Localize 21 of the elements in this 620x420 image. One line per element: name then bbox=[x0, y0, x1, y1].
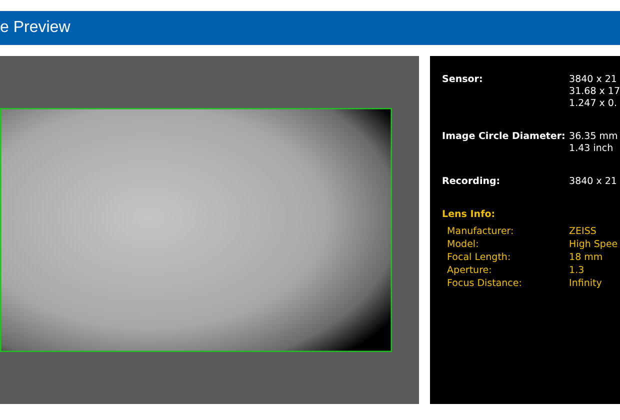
spec-value: 3840 x 21 bbox=[569, 74, 618, 85]
spec-label: Sensor: bbox=[441, 74, 484, 87]
lens-value: High Spee bbox=[569, 239, 618, 250]
lens-value: 1.3 bbox=[569, 265, 584, 276]
lens-value: Infinity bbox=[569, 278, 602, 289]
lens-value: 18 mm bbox=[569, 252, 603, 263]
lens-label: Manufacturer: bbox=[446, 226, 515, 237]
spec-value: 36.35 mm bbox=[569, 131, 618, 142]
lens-label: Focal Length: bbox=[446, 252, 512, 263]
page-title: e Preview bbox=[0, 19, 70, 37]
lens-label: Model: bbox=[446, 239, 480, 250]
spec-label: Image Circle Diameter: bbox=[441, 131, 566, 144]
lens-value: ZEISS bbox=[569, 226, 596, 237]
lens-label: Aperture: bbox=[446, 265, 493, 276]
spec-value: 1.247 x 0. bbox=[569, 98, 618, 109]
lens-label: Focus Distance: bbox=[446, 278, 523, 289]
section-title: Lens Info: bbox=[441, 209, 496, 220]
spec-label: Recording: bbox=[441, 176, 502, 187]
spec-value: 1.43 inch bbox=[569, 143, 614, 154]
spec-value: 3840 x 21 bbox=[569, 176, 617, 187]
spec-value: 31.68 x 17 bbox=[569, 86, 620, 97]
